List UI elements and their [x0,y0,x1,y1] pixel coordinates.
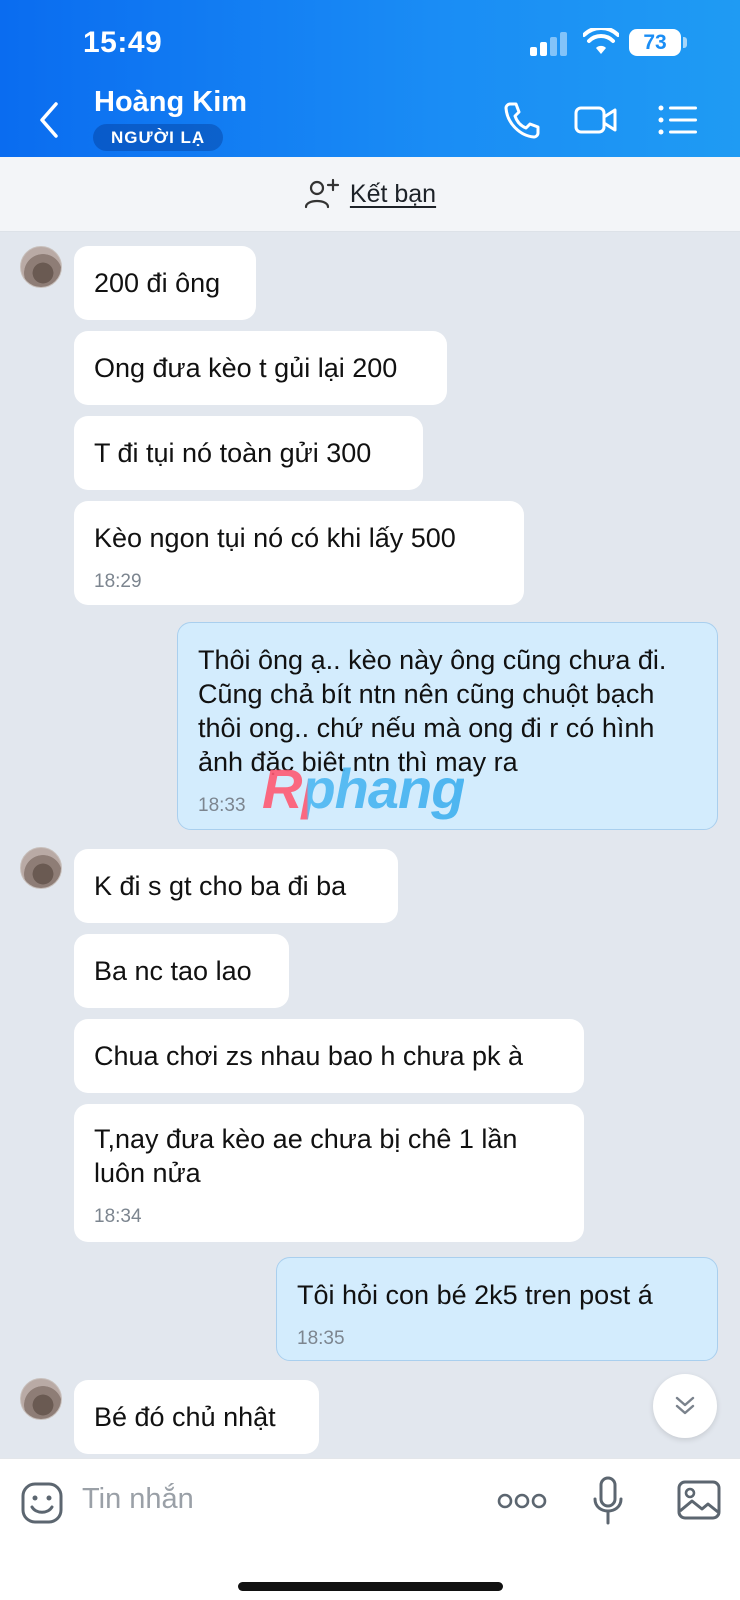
battery-indicator: 73 [629,29,681,56]
message-text: Ba nc tao lao [94,956,252,986]
message-input[interactable]: Tin nhắn [82,1483,194,1516]
cellular-signal-icon [530,30,572,56]
message-text: Tôi hỏi con bé 2k5 tren post á [297,1280,653,1310]
message-text: 200 đi ông [94,268,221,298]
message-bubble[interactable]: Ong đưa kèo t gủi lại 200 [74,331,447,405]
message-bubble[interactable]: 200 đi ông [74,246,256,320]
double-chevron-down-icon [675,1396,695,1415]
avatar[interactable] [20,1378,62,1420]
battery-tip [683,37,687,48]
watermark-logo: Rphang [262,757,465,820]
message-bubble[interactable]: T đi tụi nó toàn gửi 300 [74,416,423,490]
contact-name[interactable]: Hoàng Kim [94,86,247,119]
message-text: T đi tụi nó toàn gửi 300 [94,438,372,468]
message-bubble[interactable]: Chua chơi zs nhau bao h chưa pk à [74,1019,584,1093]
message-text: T,nay đưa kèo ae chưa bị chê 1 lần luôn … [94,1124,518,1188]
microphone-icon[interactable] [592,1475,624,1527]
message-time: 18:29 [94,571,142,592]
avatar[interactable] [20,246,62,288]
add-friend-label: Kết bạn [349,179,437,208]
image-gallery-icon[interactable] [676,1479,722,1521]
video-call-icon[interactable] [574,98,618,142]
wifi-icon [583,28,619,54]
add-friend-icon [304,178,340,209]
sticker-emoji-icon[interactable] [20,1481,64,1525]
message-text: Kèo ngon tụi nó có khi lấy 500 [94,523,456,553]
menu-list-icon[interactable] [656,98,700,142]
message-text: Bé đó chủ nhật [94,1402,276,1432]
avatar[interactable] [20,847,62,889]
chat-header: 15:49 73 Hoàng Kim NGƯỜI LẠ [0,0,740,157]
add-friend-button[interactable]: Kết bạn [0,157,740,232]
message-bubble[interactable]: Kèo ngon tụi nó có khi lấy 500 18:29 [74,501,524,605]
message-text: Chua chơi zs nhau bao h chưa pk à [94,1041,524,1071]
scroll-to-bottom-button[interactable] [653,1374,717,1438]
message-bubble[interactable]: Bé đó chủ nhật [74,1380,319,1454]
status-time: 15:49 [83,26,163,59]
message-text: K đi s gt cho ba đi ba [94,871,347,901]
more-options-icon[interactable] [497,1489,547,1513]
message-bubble[interactable]: Ba nc tao lao [74,934,289,1008]
message-time: 18:35 [297,1328,345,1349]
phone-call-icon[interactable] [500,98,544,142]
home-indicator [238,1582,503,1591]
back-button[interactable] [32,98,68,142]
message-bubble[interactable]: K đi s gt cho ba đi ba [74,849,398,923]
stranger-badge: NGƯỜI LẠ [93,124,224,151]
message-time: 18:34 [94,1206,142,1227]
message-bubble[interactable]: T,nay đưa kèo ae chưa bị chê 1 lần luôn … [74,1104,584,1242]
message-text: Ong đưa kèo t gủi lại 200 [94,353,398,383]
message-composer: Tin nhắn [0,1458,740,1600]
message-bubble[interactable]: Tôi hỏi con bé 2k5 tren post á 18:35 [276,1257,718,1361]
